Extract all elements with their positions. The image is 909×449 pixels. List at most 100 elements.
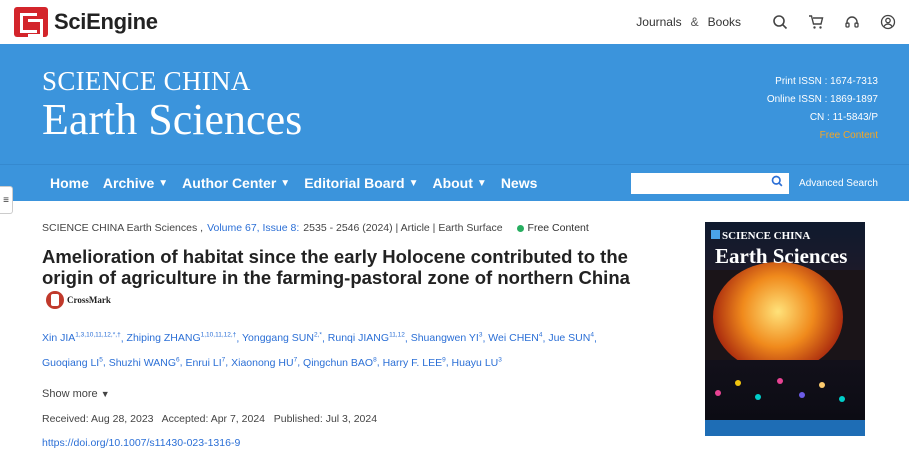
logo-text: SciEngine [54,9,158,34]
online-issn: Online ISSN : 1869-1897 [766,94,878,105]
author-link[interactable]: Shuangwen YI3 [410,332,483,345]
author-link[interactable]: Xiaonong HU7 [231,356,297,369]
free-content-label: Free Content [527,222,589,234]
chevron-down-icon: ▼ [100,388,110,399]
author-name: Zhiping ZHANG [126,332,201,345]
author-affiliation: 2,* [313,331,322,339]
books-link[interactable]: Books [708,15,741,29]
author-link[interactable]: Guoqiang LI5 [42,356,103,369]
article-meta: SCIENCE CHINA Earth Sciences , Volume 67… [42,222,682,234]
print-issn: Print ISSN : 1674-7313 [775,76,878,87]
journal-cover-image[interactable]: SCIENCE CHINA Earth Sciences [705,222,865,436]
user-icon[interactable] [879,13,897,31]
journal-title-small: SCIENCE CHINA [42,66,251,96]
chevron-down-icon: ▼ [476,177,487,189]
author-affiliation: 1,3,10,11,12,*,† [75,331,121,339]
search-icon[interactable] [771,174,783,192]
author-affiliation: 3 [498,356,502,364]
nav-news[interactable]: News [501,175,538,191]
menu-toggle[interactable]: ≡ [0,186,13,214]
cover-title-small: SCIENCE CHINA [722,230,811,242]
author-link[interactable]: Enrui LI7 [185,356,225,369]
author-name: Jue SUN [548,332,591,345]
author-name: Enrui LI [185,356,222,369]
journal-banner: SCIENCE CHINA Earth Sciences Print ISSN … [0,44,909,164]
nav-archive[interactable]: Archive ▼ [103,175,168,191]
author-link[interactable]: Jue SUN4 [548,332,594,345]
volume-issue-link[interactable]: Volume 67, Issue 8: [207,222,299,234]
top-bar: SciEngine Journals & Books [0,0,909,44]
cover-dots-artwork [715,370,855,410]
author-link[interactable]: Yonggang SUN2,* [241,331,322,345]
nav-label: Author Center [182,175,277,191]
chevron-down-icon: ▼ [280,177,291,189]
author-link[interactable]: Huayu LU3 [451,356,502,369]
show-more-button[interactable]: Show more ▼ [42,388,682,400]
author-name: Huayu LU [451,356,499,369]
main-nav: Home Archive ▼ Author Center ▼ Editorial B… [0,164,909,201]
author-link[interactable]: Wei CHEN4 [488,332,542,345]
author-affiliation: 1,10,11,12,† [200,331,237,339]
issn-block: Print ISSN : 1674-7313 Online ISSN : 186… [767,73,878,145]
journals-link[interactable]: Journals [636,15,681,29]
advanced-search-link[interactable]: Advanced Search [799,178,878,189]
journal-title-big: Earth Sciences [42,95,303,144]
sciengine-logo[interactable]: SciEngine [14,7,158,37]
status-dot-icon [516,224,524,232]
author-link[interactable]: Shuzhi WANG6 [108,356,180,369]
nav-home[interactable]: Home [50,175,89,191]
nav-label: News [500,175,538,191]
article-title-text: Amelioration of habitat since the early … [42,246,630,288]
author-name: Wei CHEN [488,332,539,345]
nav-editorial-board[interactable]: Editorial Board ▼ [304,175,418,191]
nav-label: Editorial Board [304,175,405,191]
chevron-down-icon: ▼ [408,177,419,189]
author-name: Guoqiang LI [42,356,100,369]
author-name: Shuangwen YI [410,332,479,345]
author-name: Harry F. LEE [382,356,443,369]
author-name: Shuzhi WANG [108,356,176,369]
pages-info: 2535 - 2546 (2024) | Article | Earth Sur… [303,222,503,234]
nav-separator: & [690,15,699,29]
sciengine-logo-icon [14,7,48,37]
author-name: Xin JIA [42,332,76,345]
article-dates: Received: Aug 28, 2023 Accepted: Apr 7, … [42,412,378,425]
search-area: Advanced Search [631,172,878,194]
cover-footer [705,420,865,436]
article-info: SCIENCE CHINA Earth Sciences , Volume 67… [42,222,682,449]
chevron-down-icon: ▼ [158,177,169,189]
crossmark-badge[interactable]: CrossMark [46,290,111,311]
author-link[interactable]: Zhiping ZHANG1,10,11,12,† [126,331,237,345]
free-content-badge: Free Content [516,222,589,234]
author-name: Yonggang SUN [241,332,314,345]
nav-label: About [432,175,473,191]
author-name: Runqi JIANG [327,332,390,345]
author-name: Xiaonong HU [231,356,294,369]
author-link[interactable]: Xin JIA1,3,10,11,12,*,† [42,331,121,345]
nav-about[interactable]: About ▼ [432,175,486,191]
author-link[interactable]: Harry F. LEE9 [382,356,446,369]
doi-link[interactable]: https://doi.org/10.1007/s11430-023-1316-… [42,437,682,449]
author-link[interactable]: Qingchun BAO8 [303,356,377,369]
article-title: Amelioration of habitat since the early … [42,246,682,311]
journal-name: SCIENCE CHINA Earth Sciences , [42,222,204,234]
nav-label: Archive [102,175,155,191]
show-more-label: Show more [42,387,98,400]
cn-number: CN : 11-5843/P [809,112,878,123]
nav-author-center[interactable]: Author Center ▼ [182,175,290,191]
top-nav: Journals & Books [636,13,897,31]
crossmark-label: CrossMark [67,294,111,305]
author-list: Xin JIA1,3,10,11,12,*,†, Zhiping ZHANG1,… [42,325,682,374]
search-input[interactable] [641,173,772,193]
author-link[interactable]: Runqi JIANG11,12 [327,331,405,345]
author-affiliation: 11,12 [389,331,405,339]
crossmark-icon [46,291,64,310]
headset-icon[interactable] [843,13,861,31]
search-box [631,172,790,194]
free-content-link[interactable]: Free Content [767,127,878,145]
cart-icon[interactable] [807,13,825,31]
search-icon[interactable] [771,13,789,31]
cover-logo-icon [711,230,720,239]
cover-title-big: Earth Sciences [715,244,848,268]
author-name: Qingchun BAO [303,356,374,369]
